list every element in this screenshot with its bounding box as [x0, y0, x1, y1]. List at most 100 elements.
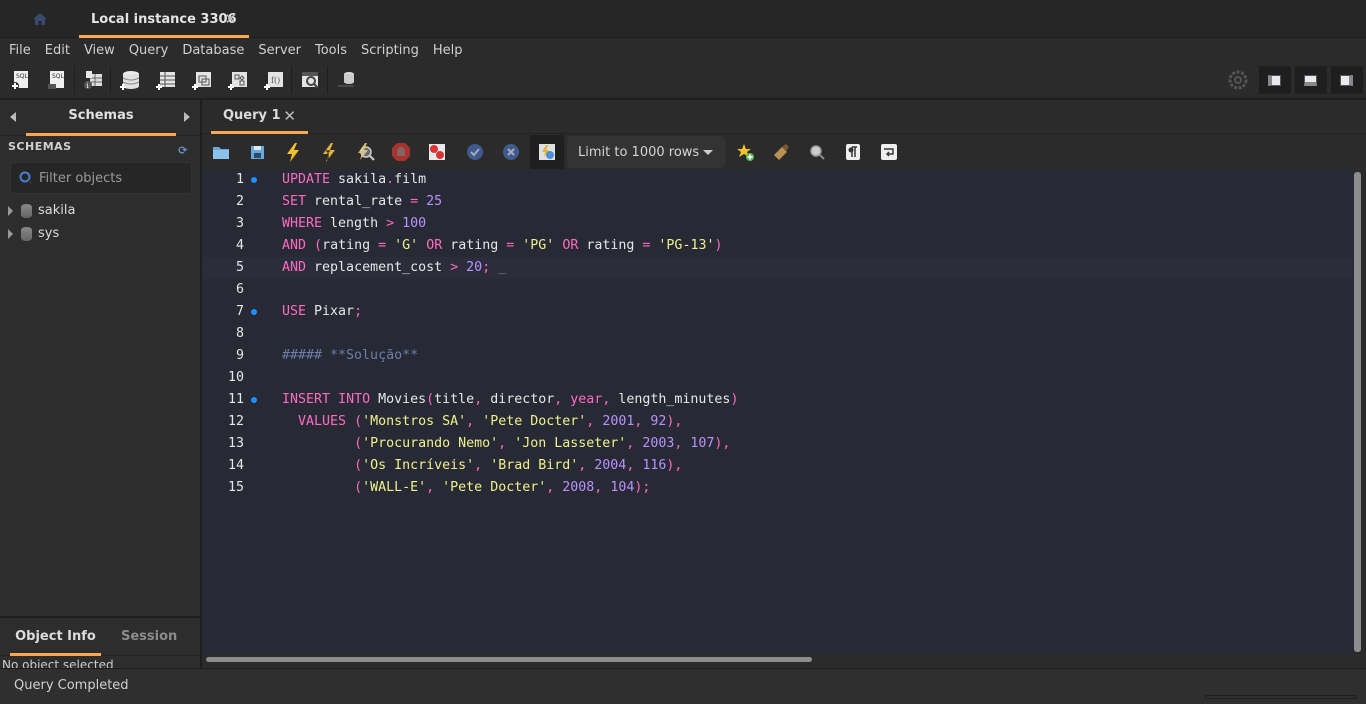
open-sql-script-icon[interactable]: SQL: [46, 69, 68, 91]
toggle-output-icon: [1304, 75, 1317, 86]
add-snippet-icon[interactable]: [734, 141, 756, 163]
tab-object-info[interactable]: Object Info: [10, 618, 101, 656]
line-number: 3: [235, 216, 244, 231]
find-icon[interactable]: [806, 141, 828, 163]
toggle-secondary-sidebar-button[interactable]: [1331, 66, 1363, 94]
statement-marker-icon: [251, 309, 257, 315]
autocommit-button[interactable]: [530, 135, 564, 169]
create-function-icon[interactable]: f(): [263, 69, 285, 91]
toggle-stop-on-error-icon[interactable]: [426, 141, 448, 163]
new-sql-tab-icon[interactable]: SQL: [10, 69, 32, 91]
word-wrap-icon[interactable]: [878, 141, 900, 163]
create-schema-icon[interactable]: [119, 69, 141, 91]
execute-icon[interactable]: [282, 141, 304, 163]
open-file-icon[interactable]: [210, 141, 232, 163]
schema-name: sakila: [38, 203, 76, 218]
code-text: AND replacement_cost > 20; _: [282, 260, 507, 275]
invisible-chars-icon[interactable]: [842, 141, 864, 163]
home-icon: [33, 13, 47, 25]
object-info-text: No object selected: [2, 658, 114, 668]
line-number: 12: [227, 414, 244, 429]
close-query-tab-icon[interactable]: ✕: [283, 100, 296, 132]
create-table-icon[interactable]: [155, 69, 177, 91]
chevron-left-icon[interactable]: [10, 112, 16, 122]
sql-editor[interactable]: 1 UPDATE sakila.film 2 SET rental_rate = 25…: [202, 169, 1354, 655]
code-text: UPDATE sakila.film: [282, 172, 427, 187]
beautify-icon[interactable]: [770, 141, 792, 163]
refresh-icon[interactable]: ⟳: [178, 140, 188, 162]
database-icon: [21, 203, 32, 218]
menu-bar: File Edit View Query Database Server Too…: [0, 38, 1366, 62]
line-number: 4: [235, 238, 244, 253]
schemas-header-label: SCHEMAS: [8, 140, 72, 153]
code-line[interactable]: 6: [202, 279, 1352, 301]
code-line[interactable]: 1 UPDATE sakila.film: [202, 169, 1352, 191]
tab-session[interactable]: Session: [121, 618, 177, 656]
code-text: SET rental_rate = 25: [282, 194, 443, 209]
code-line[interactable]: 5 AND replacement_cost > 20; _: [202, 257, 1352, 279]
menu-edit[interactable]: Edit: [45, 43, 70, 58]
code-line[interactable]: 2 SET rental_rate = 25: [202, 191, 1352, 213]
toggle-sidebar-button[interactable]: [1259, 66, 1291, 94]
code-line[interactable]: 13 ('Procurando Nemo', 'Jon Lasseter', 2…: [202, 433, 1352, 455]
menu-view[interactable]: View: [84, 43, 115, 58]
code-line[interactable]: 15 ('WALL-E', 'Pete Docter', 2008, 104);: [202, 477, 1352, 499]
code-line[interactable]: 14 ('Os Incríveis', 'Brad Bird', 2004, 1…: [202, 455, 1352, 477]
code-line[interactable]: 8: [202, 323, 1352, 345]
menu-help[interactable]: Help: [433, 43, 463, 58]
horizontal-scrollbar[interactable]: [206, 657, 812, 662]
svg-text:f(): f(): [271, 76, 280, 85]
tab-schemas[interactable]: Schemas: [26, 100, 176, 136]
code-text: USE Pixar;: [282, 304, 363, 319]
search-table-data-icon[interactable]: [299, 69, 321, 91]
create-view-icon[interactable]: [191, 69, 213, 91]
search-icon: [19, 171, 33, 185]
vertical-scrollbar[interactable]: [1354, 172, 1361, 652]
menu-scripting[interactable]: Scripting: [361, 43, 419, 58]
line-number: 8: [235, 326, 244, 341]
schema-item-sakila[interactable]: sakila: [0, 199, 200, 222]
code-line[interactable]: 4 AND (rating = 'G' OR rating = 'PG' OR r…: [202, 235, 1352, 257]
code-line[interactable]: 7 USE Pixar;: [202, 301, 1352, 323]
create-procedure-icon[interactable]: [227, 69, 249, 91]
code-line[interactable]: 10: [202, 367, 1352, 389]
filter-objects-box[interactable]: [10, 162, 192, 194]
menu-query[interactable]: Query: [129, 43, 169, 58]
save-icon[interactable]: [246, 141, 268, 163]
reconnect-icon[interactable]: [335, 69, 357, 91]
limit-rows-select[interactable]: Limit to 1000 rows: [567, 136, 725, 168]
code-line[interactable]: 11 INSERT INTO Movies(title, director, ye…: [202, 389, 1352, 411]
menu-file[interactable]: File: [9, 43, 31, 58]
line-number: 15: [227, 480, 244, 495]
preferences-icon[interactable]: [1227, 69, 1249, 91]
code-text: INSERT INTO Movies(title, director, year…: [282, 392, 739, 407]
title-bar: Local instance 3306 ✕: [0, 0, 1366, 38]
tab-query-1[interactable]: Query 1 ✕: [211, 100, 308, 134]
chevron-right-icon[interactable]: [184, 112, 190, 122]
inspector-icon[interactable]: i: [82, 69, 104, 91]
home-tab[interactable]: [26, 8, 54, 30]
navigator-sidebar: Schemas SCHEMAS ⟳ sakila sys: [0, 98, 202, 616]
expand-arrow-icon[interactable]: [8, 228, 13, 239]
menu-database[interactable]: Database: [182, 43, 244, 58]
code-line[interactable]: 3 WHERE length > 100: [202, 213, 1352, 235]
code-line[interactable]: 9 ##### **Solução**: [202, 345, 1352, 367]
expand-arrow-icon[interactable]: [8, 205, 13, 216]
line-number: 1: [235, 172, 244, 187]
text-cursor: _: [490, 260, 507, 275]
code-text: ('WALL-E', 'Pete Docter', 2008, 104);: [354, 480, 651, 495]
sidebar-tabs: Schemas: [0, 100, 200, 136]
schema-item-sys[interactable]: sys: [0, 222, 200, 245]
execute-current-icon[interactable]: [318, 141, 340, 163]
toggle-output-button[interactable]: [1295, 66, 1327, 94]
menu-tools[interactable]: Tools: [315, 43, 347, 58]
rollback-icon[interactable]: [500, 141, 522, 163]
filter-objects-input[interactable]: [39, 170, 179, 186]
close-connection-tab-icon[interactable]: ✕: [224, 10, 237, 28]
stop-icon[interactable]: [390, 141, 412, 163]
explain-icon[interactable]: [354, 141, 376, 163]
commit-icon[interactable]: [464, 141, 486, 163]
connection-tab[interactable]: Local instance 3306 ✕: [79, 0, 249, 38]
menu-server[interactable]: Server: [258, 43, 301, 58]
code-line[interactable]: 12 VALUES ('Monstros SA', 'Pete Docter',…: [202, 411, 1352, 433]
